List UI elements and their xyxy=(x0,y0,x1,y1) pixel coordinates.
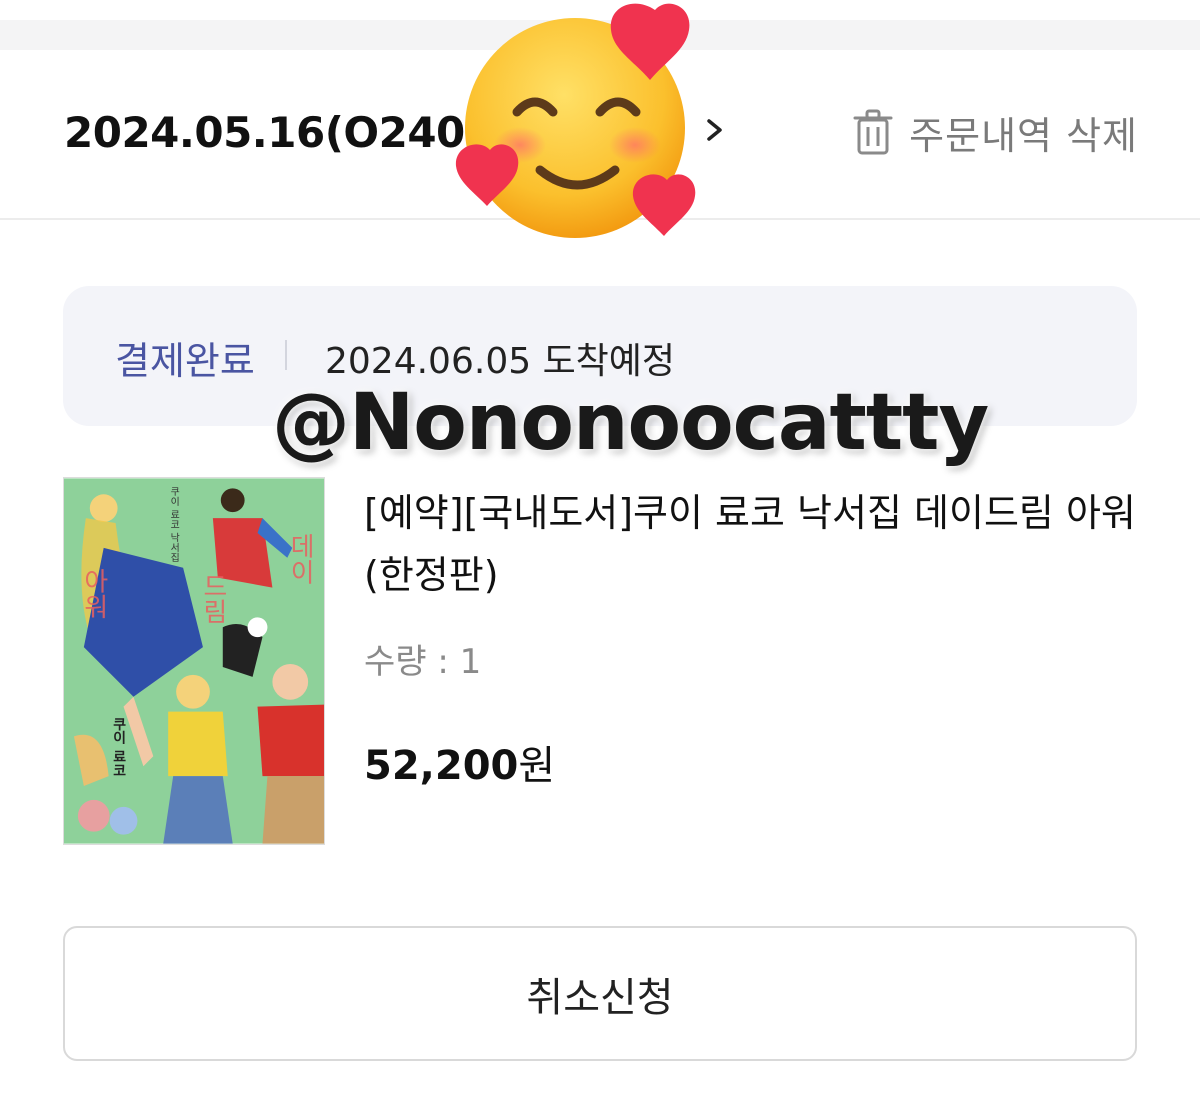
product-cover-image[interactable]: 데이 드림 아워 쿠이 료코 낙서집 쿠이 료코 xyxy=(63,477,325,845)
svg-text:드림: 드림 xyxy=(198,573,228,625)
price-unit: 원 xyxy=(518,743,556,789)
arrival-date-text: 2024.06.05 도착예정 xyxy=(325,341,676,382)
order-detail-page: 2024.05.16(O2405 주문내역 삭제 결제완료 2024.06.05… xyxy=(0,0,1200,1093)
svg-text:데이: 데이 xyxy=(285,533,315,585)
cancel-request-button[interactable]: 취소신청 xyxy=(63,926,1137,1061)
price-text: 52,200원 xyxy=(364,733,555,791)
delete-order-button[interactable]: 주문내역 삭제 xyxy=(853,102,1138,162)
quantity-text: 수량 : 1 xyxy=(364,642,482,682)
svg-text:쿠이 료코 낙서집: 쿠이 료코 낙서집 xyxy=(168,486,180,562)
svg-text:쿠이 료코: 쿠이 료코 xyxy=(111,717,127,777)
payment-status-label: 결제완료 xyxy=(115,339,255,383)
svg-text:아워: 아워 xyxy=(79,568,109,620)
product-title-link[interactable]: [예약][국내도서]쿠이 료코 낙서집 데이드림 아워(한정판) xyxy=(364,482,1144,606)
book-cover-illustration: 데이 드림 아워 쿠이 료코 낙서집 쿠이 료코 xyxy=(64,478,324,844)
order-number-link[interactable]: 2024.05.16(O2405 xyxy=(64,108,494,157)
status-divider xyxy=(285,340,287,370)
smiling-face-with-hearts-icon xyxy=(455,3,696,238)
trash-icon xyxy=(853,109,893,155)
watermark-handle: @Nononoocattty xyxy=(272,378,989,468)
price-amount: 52,200 xyxy=(364,743,519,789)
delete-order-label: 주문내역 삭제 xyxy=(909,113,1138,158)
